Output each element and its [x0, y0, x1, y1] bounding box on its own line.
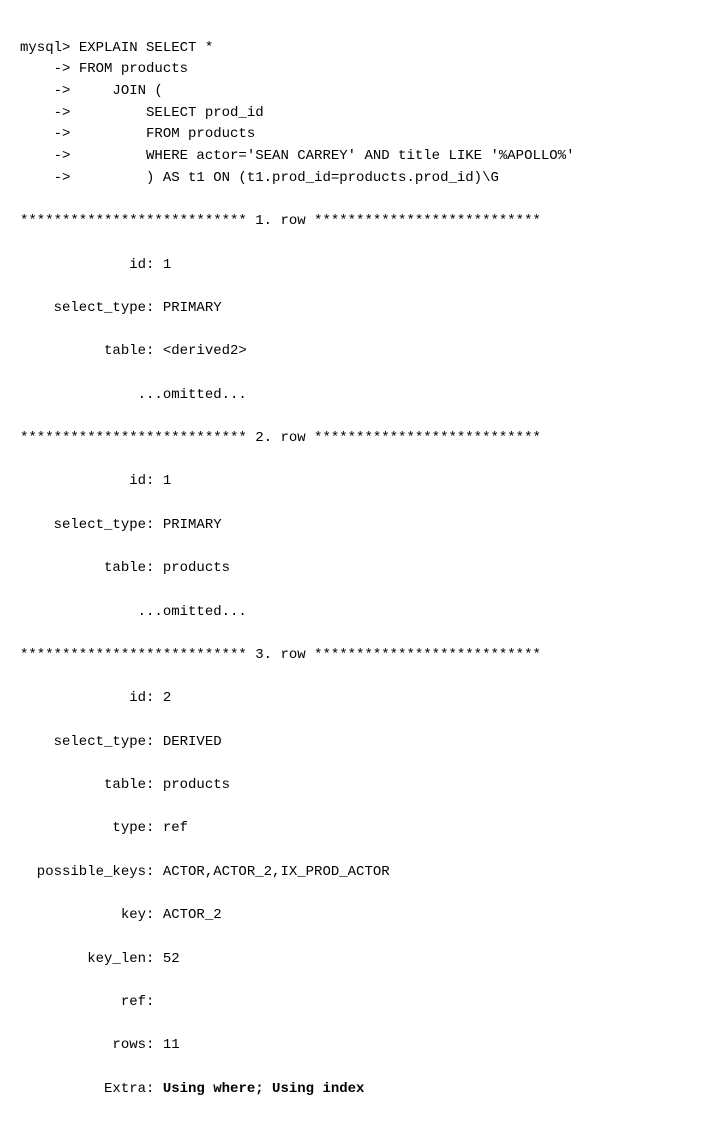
row2-id: id: 1	[20, 471, 692, 493]
row2-omitted: ...omitted...	[20, 602, 692, 624]
row1-table: table: <derived2>	[20, 341, 692, 363]
command-block: mysql> EXPLAIN SELECT * -> FROM products…	[20, 38, 692, 190]
row3-type: type: ref	[20, 818, 692, 840]
row3-ref: ref:	[20, 992, 692, 1014]
row1-id: id: 1	[20, 255, 692, 277]
separator-row2: *************************** 2. row *****…	[20, 428, 692, 450]
row1-omitted: ...omitted...	[20, 385, 692, 407]
separator-row3: *************************** 3. row *****…	[20, 645, 692, 667]
separator-row1: *************************** 1. row *****…	[20, 211, 692, 233]
row1-select-type: select_type: PRIMARY	[20, 298, 692, 320]
row2-table: table: products	[20, 558, 692, 580]
row3-select-type: select_type: DERIVED	[20, 732, 692, 754]
row3-extra: Extra: Using where; Using index	[20, 1079, 692, 1101]
row3-key-len: key_len: 52	[20, 949, 692, 971]
row2-select-type: select_type: PRIMARY	[20, 515, 692, 537]
extra-value: Using where; Using index	[163, 1081, 365, 1097]
row3-id: id: 2	[20, 688, 692, 710]
mysql-prompt: mysql>	[20, 40, 70, 56]
row3-rows: rows: 11	[20, 1035, 692, 1057]
from-products: FROM products	[79, 61, 188, 77]
terminal-output: mysql> EXPLAIN SELECT * -> FROM products…	[20, 16, 692, 1122]
row3-possible-keys: possible_keys: ACTOR,ACTOR_2,IX_PROD_ACT…	[20, 862, 692, 884]
row3-key: key: ACTOR_2	[20, 905, 692, 927]
row3-table: table: products	[20, 775, 692, 797]
